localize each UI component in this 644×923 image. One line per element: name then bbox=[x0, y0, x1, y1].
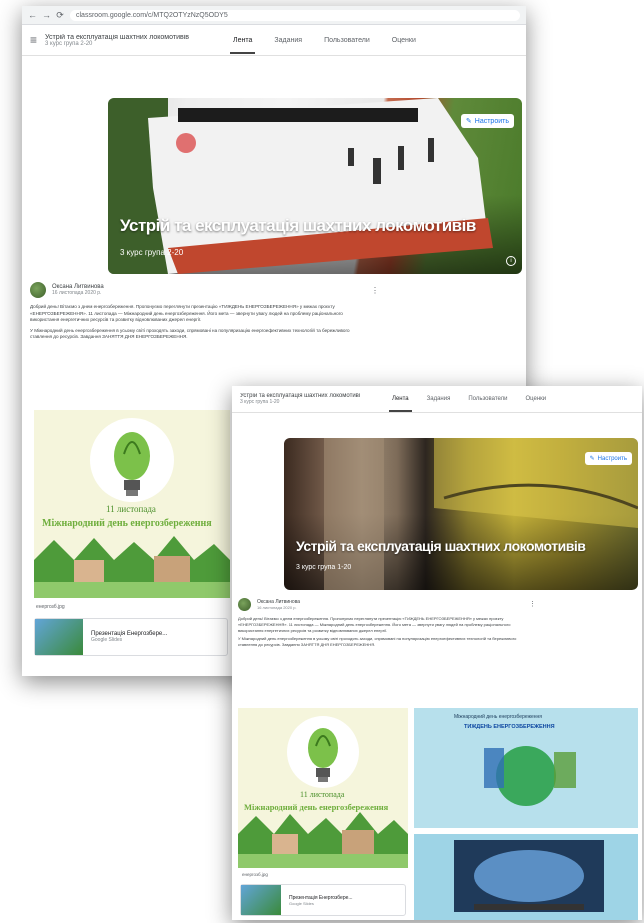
post-header: Оксана Литвинова 16 листопада 2020 р. bbox=[30, 282, 385, 298]
avatar bbox=[30, 282, 46, 298]
slide-header: Міжнародний день енергозбереження bbox=[454, 714, 542, 720]
class-title[interactable]: Устрій та експлуатація шахтних локомотив… bbox=[45, 34, 195, 41]
customize-label: Настроить bbox=[474, 117, 509, 125]
poster-title: Міжнародний день енергозбереження bbox=[244, 802, 389, 812]
tab-classwork[interactable]: Задания bbox=[427, 386, 451, 412]
customize-button[interactable]: ✎ Настроить bbox=[584, 452, 632, 465]
attachment-card[interactable]: Презентація Енергозбере... Google Slides bbox=[240, 884, 406, 916]
slides-thumbnail bbox=[241, 885, 281, 915]
tab-stream[interactable]: Лента bbox=[229, 27, 256, 54]
more-options-icon[interactable]: ⋮ bbox=[529, 600, 536, 608]
lightbulb-icon bbox=[238, 716, 408, 868]
tab-people[interactable]: Пользователи bbox=[324, 27, 370, 54]
forward-icon[interactable]: → bbox=[42, 10, 51, 20]
address-bar[interactable]: classroom.google.com/c/MTQ2OTYzNzQ5ODY5 bbox=[70, 9, 520, 21]
banner-subtitle: 3 курс група 1-20 bbox=[296, 564, 352, 571]
back-icon[interactable]: ← bbox=[28, 10, 37, 20]
poster-date: 11 листопада bbox=[106, 504, 156, 514]
class-tabs: Лента Задания Пользователи Оценки bbox=[389, 386, 547, 412]
edit-icon: ✎ bbox=[589, 456, 595, 462]
poster-date: 11 листопада bbox=[300, 790, 345, 799]
poster-image[interactable]: 11 листопада Міжнародний день енергозбер… bbox=[238, 708, 408, 868]
tab-stream[interactable]: Лента bbox=[389, 386, 412, 412]
poster-title: Міжнародний день енергозбереження bbox=[42, 518, 212, 529]
attachment-type: Google Slides bbox=[91, 637, 123, 643]
browser-toolbar: ← → ⟳ classroom.google.com/c/MTQ2OTYzNzQ… bbox=[22, 6, 526, 25]
avatar bbox=[238, 598, 251, 611]
announcement-post: Оксана Литвинова 16 листопада 2020 р. ⋮ … bbox=[238, 594, 538, 714]
edit-icon: ✎ bbox=[465, 118, 472, 125]
tab-people[interactable]: Пользователи bbox=[468, 386, 507, 412]
classroom-window-2: Устрій та експлуатація шахтних локомотив… bbox=[232, 386, 642, 920]
class-subtitle: 3 курс група 1-20 bbox=[240, 399, 280, 405]
attachment-title: Презентація Енергозбере... bbox=[289, 894, 353, 901]
customize-button[interactable]: ✎ Настроить bbox=[460, 114, 514, 128]
poster-image[interactable]: 11 листопада Міжнародний день енергозбер… bbox=[34, 410, 230, 598]
banner-subtitle: 3 курс група 2-20 bbox=[120, 248, 184, 257]
tab-grades[interactable]: Оценки bbox=[526, 386, 547, 412]
class-banner: Устрій та експлуатація шахтних локомотив… bbox=[108, 98, 522, 274]
tab-grades[interactable]: Оценки bbox=[392, 27, 416, 54]
slide-title: ТИЖДЕНЬ ЕНЕРГОЗБЕРЕЖЕННЯ bbox=[464, 724, 555, 730]
post-date: 16 листопада 2020 р. bbox=[52, 290, 102, 296]
menu-icon[interactable]: ≡ bbox=[30, 33, 37, 47]
file-name[interactable]: енергозб.jpg bbox=[36, 604, 65, 610]
customize-label: Настроить bbox=[597, 455, 627, 462]
class-banner: Устрій та експлуатація шахтних локомотив… bbox=[284, 438, 638, 590]
reload-icon[interactable]: ⟳ bbox=[56, 10, 64, 21]
class-header: ≡ Устрій та експлуатація шахтних локомот… bbox=[22, 25, 526, 56]
tab-classwork[interactable]: Задания bbox=[274, 27, 302, 54]
post-text: Добрий день! Вітаємо з днем енергозбереж… bbox=[30, 304, 343, 323]
presentation-preview[interactable]: Міжнародний день енергозбереження ТИЖДЕН… bbox=[414, 708, 638, 920]
post-text-2: У Міжнародний день енергозбереження в ус… bbox=[238, 636, 517, 648]
class-header: Устрій та експлуатація шахтних локомотив… bbox=[232, 386, 642, 413]
banner-title[interactable]: Устрій та експлуатація шахтних локомотив… bbox=[296, 538, 586, 554]
slide-image bbox=[414, 708, 638, 912]
post-text: Добрий день! Вітаємо з днем енергозбереж… bbox=[238, 616, 511, 633]
class-tabs: Лента Задания Пользователи Оценки bbox=[229, 27, 416, 54]
more-options-icon[interactable]: ⋮ bbox=[371, 286, 379, 295]
banner-title[interactable]: Устрій та експлуатація шахтних локомотив… bbox=[120, 216, 476, 236]
slides-thumbnail bbox=[35, 619, 83, 655]
attachment-type: Google Slides bbox=[289, 900, 314, 906]
file-name[interactable]: енергозб.jpg bbox=[242, 872, 268, 877]
class-subtitle: 3 курс група 2-20 bbox=[45, 40, 93, 47]
post-text-2: У Міжнародний день енергозбереження в ус… bbox=[30, 327, 350, 340]
info-icon[interactable]: i bbox=[506, 256, 516, 266]
post-header: Оксана Литвинова 16 листопада 2020 р. bbox=[238, 598, 538, 611]
post-date: 16 листопада 2020 р. bbox=[257, 605, 297, 610]
attachment-card[interactable]: Презентація Енергозбере... Google Slides bbox=[34, 618, 228, 656]
